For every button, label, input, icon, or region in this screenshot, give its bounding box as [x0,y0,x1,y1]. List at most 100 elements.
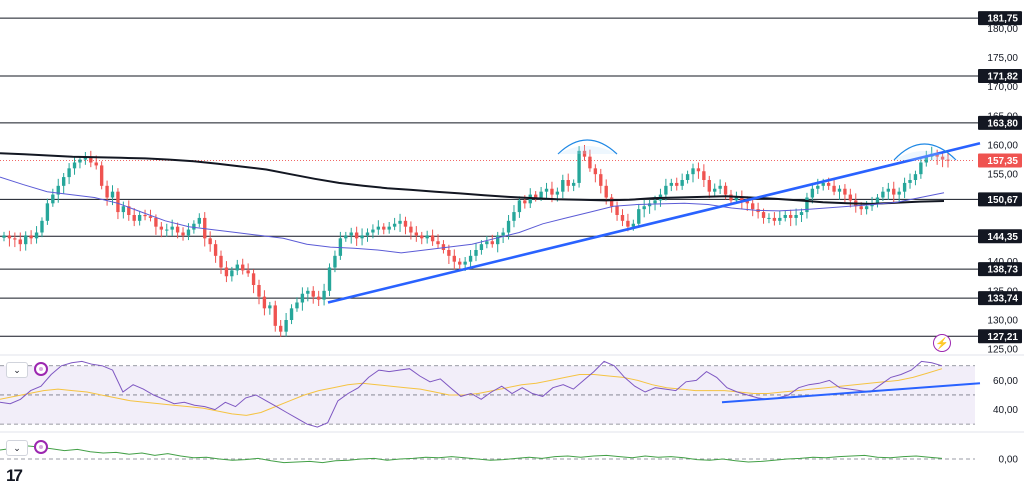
candle-body [485,241,489,245]
candle-body [13,238,17,240]
level-tag-label: 163,80 [987,118,1018,129]
candle-body [257,285,261,297]
candle-body [159,226,164,230]
candle-body [219,255,223,268]
candle-body [653,200,657,204]
candle-body [376,226,381,230]
candle-body [170,226,174,230]
candle-body [816,185,820,189]
candle-body [810,188,815,198]
rsi-collapse-button[interactable]: ⌄ [6,362,28,378]
candle-body [414,232,419,236]
price-tick-label: 175,00 [987,53,1018,64]
lightning-icon[interactable]: ⚡ [933,334,951,352]
level-tag-label: 150,67 [987,195,1018,206]
candle-body [51,194,55,204]
price-tick-label: 125,00 [987,345,1018,356]
candle-body [116,191,120,213]
candle-body [61,177,66,186]
macd-line [0,445,943,464]
chevron-down-icon: ⌄ [13,442,21,453]
macd-collapse-button[interactable]: ⌄ [6,440,28,456]
candle-body [447,250,451,256]
candle-body [599,174,603,186]
candle-body [458,261,462,265]
candle-body [430,235,435,242]
candle-body [181,232,185,236]
level-tag-label: 144,35 [987,232,1018,243]
candle-body [685,174,690,180]
candle-body [289,308,294,320]
candle-body [848,194,853,201]
candle-body [327,267,332,291]
rsi-pane[interactable]: 60,00 40,00 [0,360,1018,428]
candle-body [349,232,353,236]
candle-body [539,191,543,198]
chevron-down-icon: ⌄ [13,364,21,375]
candle-body [224,267,229,277]
candle-body [344,235,348,239]
candle-body [555,191,560,195]
candle-body [902,182,907,192]
price-tick-label: 180,00 [987,24,1018,35]
candle-body [354,232,359,239]
candle-body [609,197,614,207]
candle-body [778,217,782,221]
tradingview-logo: 17 [6,466,23,485]
rsi-settings-circle-icon[interactable] [34,362,48,376]
candle-body [425,235,429,239]
candle-body [794,215,798,218]
candle-body [387,226,391,230]
candle-body [571,182,576,186]
candle-body [626,220,630,227]
candle-body [859,206,863,210]
candle-body [788,215,793,218]
candle-body [29,235,33,239]
chart-canvas[interactable]: 60,0040,00 0,00 125,00130,00135,00140,00… [0,0,1024,497]
candle-body [533,194,538,198]
candle-body [230,270,234,277]
candle-body [371,229,375,233]
candle-body [913,174,918,180]
candle-body [593,168,598,175]
candle-body [420,235,424,239]
candle-body [333,255,337,268]
candle-body [843,188,847,195]
candle-body [192,223,196,230]
candle-body [235,264,239,271]
price-tick-label: 155,00 [987,170,1018,181]
macd-pane[interactable]: 0,00 [0,445,1018,466]
candle-body [490,241,494,245]
rsi-tick-label: 60,00 [993,376,1018,387]
candle-body [273,305,277,326]
candle-body [620,215,625,221]
candle-body [67,168,71,178]
candle-body [99,165,104,186]
candle-body [479,244,484,250]
candle-body [718,185,722,189]
candle-body [897,191,901,195]
candle-body [94,162,98,166]
candle-body [403,220,408,227]
price-tick-label: 170,00 [987,82,1018,93]
candle-body [544,188,549,192]
candle-body [105,185,109,198]
candle-body [306,290,310,294]
candle-body [919,162,923,175]
candle-body [208,238,212,245]
price-tick-label: 160,00 [987,141,1018,152]
candle-body [143,215,147,217]
candle-body [213,244,218,256]
candle-body [365,232,370,236]
macd-settings-circle-icon[interactable] [34,440,48,454]
candle-body [761,212,766,218]
candle-body [284,320,288,332]
candle-body [691,168,695,175]
candle-body [398,220,402,224]
candle-body [892,188,896,195]
candle-body [767,217,771,219]
candle-body [322,290,326,300]
candle-body [132,215,136,221]
candle-body [40,220,44,233]
candle-body [723,185,728,195]
